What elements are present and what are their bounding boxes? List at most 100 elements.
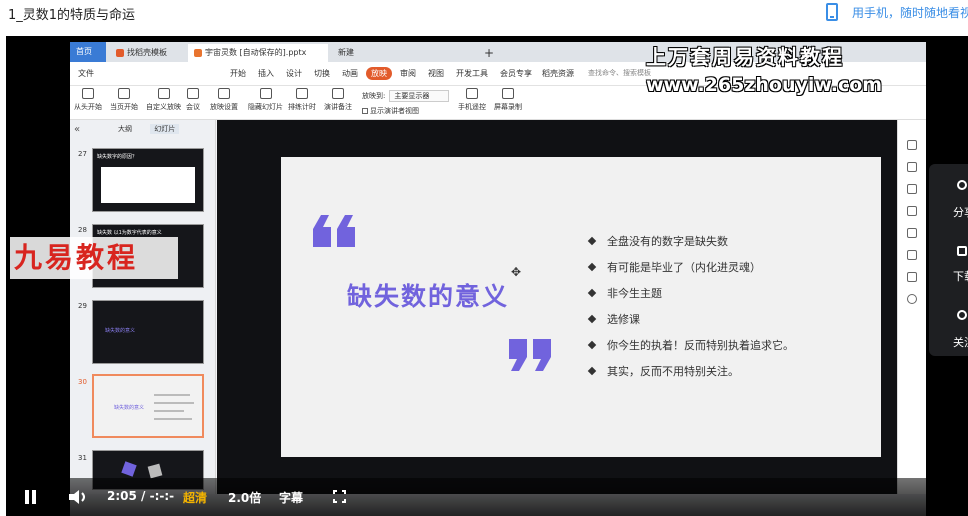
tab-document[interactable]: 宇宙灵数 [自动保存的].pptx (188, 44, 328, 62)
menu-slideshow[interactable]: 放映 (366, 67, 392, 80)
docer-icon (116, 48, 124, 57)
tab-slides[interactable]: 幻灯片 (150, 124, 180, 134)
speed-button[interactable]: 2.0倍 (228, 489, 261, 506)
menu-developer[interactable]: 开发工具 (456, 68, 488, 79)
menu-insert[interactable]: 插入 (258, 68, 274, 79)
menu-start[interactable]: 开始 (230, 68, 246, 79)
thumb-shape (121, 461, 137, 477)
setup-label: 放映设置 (210, 103, 238, 111)
setup-icon (218, 88, 230, 99)
menu-review[interactable]: 审阅 (400, 68, 416, 79)
tab-outline[interactable]: 大纲 (114, 124, 136, 134)
tab-document-label: 宇宙灵数 [自动保存的].pptx (205, 48, 307, 57)
help-icon[interactable] (907, 294, 917, 304)
from-current-label: 当页开始 (110, 103, 138, 111)
download-label[interactable]: 下载 (953, 268, 968, 284)
lightbulb-icon[interactable] (957, 310, 967, 320)
slide[interactable]: 缺失数的意义 ✥ 全盘没有的数字是缺失数 有可能是毕业了（内化进灵魂） 非今生主… (281, 157, 881, 457)
download-icon[interactable] (957, 246, 967, 256)
rehearse-button[interactable]: 排练计时 (288, 86, 316, 112)
phone-remote-icon (466, 88, 478, 99)
menu-design[interactable]: 设计 (286, 68, 302, 79)
from-current-button[interactable]: 当页开始 (110, 86, 138, 112)
follow-label[interactable]: 关注 (953, 334, 968, 350)
menu-file[interactable]: 文件 (78, 68, 94, 79)
slide-canvas[interactable]: 缺失数的意义 ✥ 全盘没有的数字是缺失数 有可能是毕业了（内化进灵魂） 非今生主… (217, 120, 897, 516)
watermark-left: 九易教程 (10, 237, 178, 279)
narration-button[interactable]: 演讲备注 (324, 86, 352, 112)
share-label[interactable]: 分享 (953, 204, 968, 220)
presenter-view-label: 显示演讲者视图 (370, 107, 419, 115)
show-on-select[interactable]: 主要显示器 (389, 90, 450, 102)
presenter-view-row[interactable]: 显示演讲者视图 (362, 106, 419, 116)
animation-icon[interactable] (907, 184, 917, 194)
from-start-label: 从头开始 (74, 103, 102, 111)
menu-transition[interactable]: 切换 (314, 68, 330, 79)
collapse-panel-icon[interactable]: « (74, 124, 80, 135)
page-title: 1_灵数1的特质与命运 (8, 8, 136, 23)
slide-thumbnail[interactable]: 缺失数字的原因？ (92, 148, 204, 212)
right-toolbar (897, 120, 926, 516)
slide-thumbnail[interactable]: 缺失数的意义 (92, 300, 204, 364)
custom-show-icon (157, 88, 170, 99)
tab-template[interactable]: 找稻壳模板 (110, 44, 184, 62)
screen-record-button[interactable]: 屏幕录制 (494, 86, 522, 112)
bullet-item: 全盘没有的数字是缺失数 (587, 229, 807, 255)
image-icon[interactable] (907, 228, 917, 238)
menu-view[interactable]: 视图 (428, 68, 444, 79)
book-icon[interactable] (907, 272, 917, 282)
setup-button[interactable]: 放映设置 (210, 86, 238, 112)
template-icon[interactable] (907, 206, 917, 216)
thumb-number: 31 (78, 454, 87, 462)
volume-icon[interactable] (68, 489, 88, 505)
mobile-view-link[interactable]: 用手机，随时随地看视 (826, 3, 968, 21)
pause-icon[interactable] (24, 490, 38, 504)
fullscreen-icon[interactable] (333, 490, 346, 503)
thumb-content-box (101, 167, 195, 203)
from-start-button[interactable]: 从头开始 (74, 86, 102, 112)
bullet-item: 有可能是毕业了（内化进灵魂） (587, 255, 807, 281)
menu-search[interactable]: 查找命令、搜索模板 (588, 68, 651, 78)
menu-member[interactable]: 会员专享 (500, 68, 532, 79)
phone-remote-label: 手机遥控 (458, 103, 486, 111)
meeting-label: 会议 (186, 103, 200, 111)
slide-title: 缺失数的意义 (347, 282, 510, 311)
meeting-button[interactable]: 会议 (186, 86, 200, 112)
add-tab-button[interactable]: + (478, 44, 500, 62)
custom-show-button[interactable]: 自定义放映 (146, 86, 181, 112)
slide-thumbnail-selected[interactable]: 缺失数的意义 (92, 374, 204, 438)
subtitle-button[interactable]: 字幕 (279, 489, 303, 506)
menu-docer[interactable]: 稻壳资源 (542, 68, 574, 79)
tab-new[interactable]: 新建 (332, 44, 392, 62)
tab-home[interactable]: 首页 (70, 42, 106, 62)
page-header: 1_灵数1的特质与命运 用手机，随时随地看视 (0, 0, 968, 36)
side-action-panel: 分享 下载 关注 (929, 164, 968, 356)
screen-record-label: 屏幕录制 (494, 103, 522, 111)
show-on-label: 放映到: (362, 92, 386, 100)
wps-window: 首页 找稻壳模板 宇宙灵数 [自动保存的].pptx 新建 + 文件 开始 插入… (70, 42, 926, 516)
bullet-item: 非今生主题 (587, 281, 807, 307)
menu-animation[interactable]: 动画 (342, 68, 358, 79)
pptx-icon (194, 48, 202, 57)
close-quote-icon (509, 339, 551, 371)
panel-tabs: 大纲 幻灯片 (114, 124, 191, 134)
bullet-item: 选修课 (587, 307, 807, 333)
hide-slide-label: 隐藏幻灯片 (248, 103, 283, 111)
watermark-top: 上万套周易资料教程 (646, 45, 844, 69)
property-icon[interactable] (907, 140, 917, 150)
bullet-item: 其实，反而不用特别关注。 (587, 359, 807, 385)
phone-icon (826, 3, 838, 21)
mobile-link-label: 用手机，随时随地看视 (852, 5, 968, 20)
adjust-icon[interactable] (907, 162, 917, 172)
share-icon[interactable] (957, 180, 967, 190)
hide-slide-button[interactable]: 隐藏幻灯片 (248, 86, 283, 112)
video-player[interactable]: 首页 找稻壳模板 宇宙灵数 [自动保存的].pptx 新建 + 文件 开始 插入… (6, 36, 968, 516)
quality-button[interactable]: 超清 (183, 489, 207, 506)
watermark-url: www.265zhouyiw.com (646, 74, 883, 96)
presenter-view-checkbox[interactable] (362, 108, 368, 114)
show-on-row: 放映到: 主要显示器 (362, 90, 450, 102)
phone-remote-button[interactable]: 手机遥控 (458, 86, 486, 112)
location-icon[interactable] (907, 250, 917, 260)
thumb-line (154, 418, 192, 420)
thumb-line (154, 394, 190, 396)
